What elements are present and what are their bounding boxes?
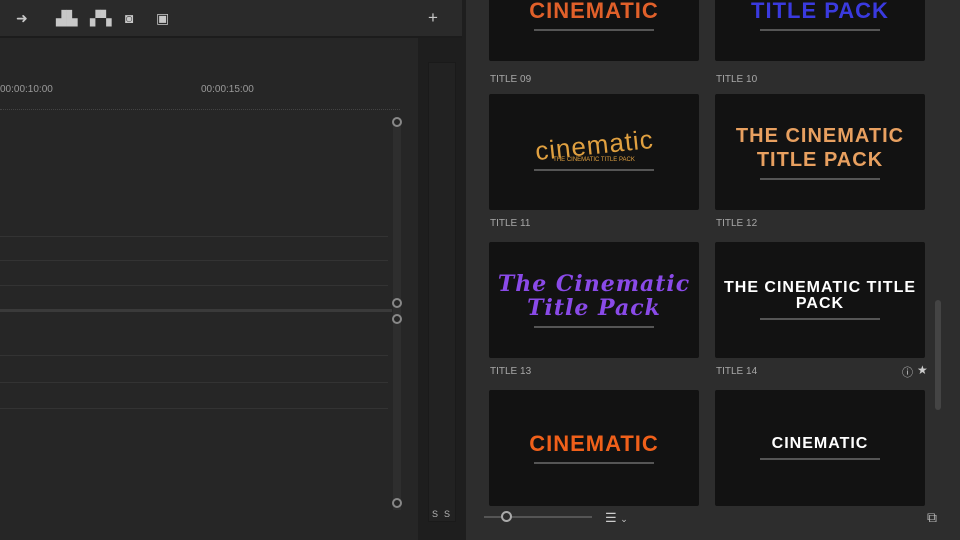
time-ruler[interactable] (0, 100, 400, 110)
title-thumbnail[interactable]: The Cinematic Title Pack (489, 242, 699, 358)
program-toolbar: ➜ ▟▙ ▞▚ ◙ ▣ + (0, 0, 462, 38)
overwrite-icon[interactable]: ▞▚ (90, 10, 112, 27)
plus-icon[interactable]: + (428, 8, 438, 28)
track-line (0, 355, 388, 356)
title-label: TITLE 14 (716, 366, 758, 377)
audio-meter: S S (428, 62, 456, 522)
grid-scrollbar[interactable] (935, 300, 941, 410)
info-icon[interactable]: ⓘ (902, 364, 913, 380)
title-label: TITLE 11 (490, 218, 531, 229)
compare-icon[interactable]: ▣ (156, 10, 169, 27)
track-line (0, 408, 388, 409)
camera-icon[interactable]: ◙ (125, 10, 133, 26)
title-preview-text: THE CINEMATIC TITLE PACK (723, 279, 917, 312)
extract-icon[interactable]: ➜ (16, 10, 28, 27)
fine-print (760, 458, 880, 460)
title-preview-text: CINEMATIC (529, 0, 659, 23)
title-thumbnail[interactable]: cinematic THE CINEMATIC TITLE PACK (489, 94, 699, 210)
lift-icon[interactable]: ▟▙ (56, 10, 78, 27)
title-thumbnail[interactable]: TITLE PACK (715, 0, 925, 61)
title-thumbnail[interactable]: CINEMATIC (489, 390, 699, 506)
title-thumbnail[interactable]: CINEMATIC (715, 390, 925, 506)
fine-print (534, 169, 654, 171)
scroll-handle[interactable] (392, 298, 402, 308)
scroll-handle[interactable] (392, 498, 402, 508)
title-preview-text: cinematic (533, 123, 655, 167)
track-line (0, 236, 388, 237)
track-divider[interactable] (0, 309, 392, 312)
track-line (0, 260, 388, 261)
title-label: TITLE 12 (716, 218, 758, 229)
fine-print (760, 318, 880, 320)
fine-print (534, 462, 654, 464)
scroll-handle[interactable] (392, 117, 402, 127)
title-thumbnail[interactable]: THE CINEMATIC TITLE PACK (715, 94, 925, 210)
scroll-handle[interactable] (392, 314, 402, 324)
title-preview-text: THE CINEMATIC TITLE PACK (735, 125, 905, 171)
title-thumbnail[interactable]: THE CINEMATIC TITLE PACK (715, 242, 925, 358)
solo-button[interactable]: S (432, 509, 438, 519)
fine-print (534, 326, 654, 328)
timecode-label: 00:00:10:00 (0, 84, 53, 95)
star-icon[interactable]: ★ (917, 363, 928, 377)
timecode-label: 00:00:15:00 (201, 84, 254, 95)
title-label: TITLE 09 (490, 74, 532, 85)
timeline-panel: 00:00:10:00 00:00:15:00 (0, 0, 418, 540)
fine-print (534, 29, 654, 31)
title-thumbnail[interactable]: CINEMATIC (489, 0, 699, 61)
sort-icon[interactable]: ☰ ⌄ (605, 510, 628, 526)
fine-print (760, 29, 880, 31)
slider-handle[interactable] (501, 511, 512, 522)
title-preview-text: The Cinematic Title Pack (497, 271, 691, 321)
title-label: TITLE 10 (716, 74, 758, 85)
title-preview-text: CINEMATIC (529, 431, 659, 456)
chevron-down-icon: ⌄ (620, 514, 628, 524)
fine-print (760, 178, 880, 180)
track-line (0, 382, 388, 383)
solo-button[interactable]: S (444, 509, 450, 519)
title-preview-text: TITLE PACK (751, 0, 889, 23)
title-label: TITLE 13 (490, 366, 532, 377)
title-preview-text: CINEMATIC (771, 435, 869, 452)
new-item-icon[interactable]: ⧉ (927, 509, 937, 526)
track-line (0, 285, 388, 286)
